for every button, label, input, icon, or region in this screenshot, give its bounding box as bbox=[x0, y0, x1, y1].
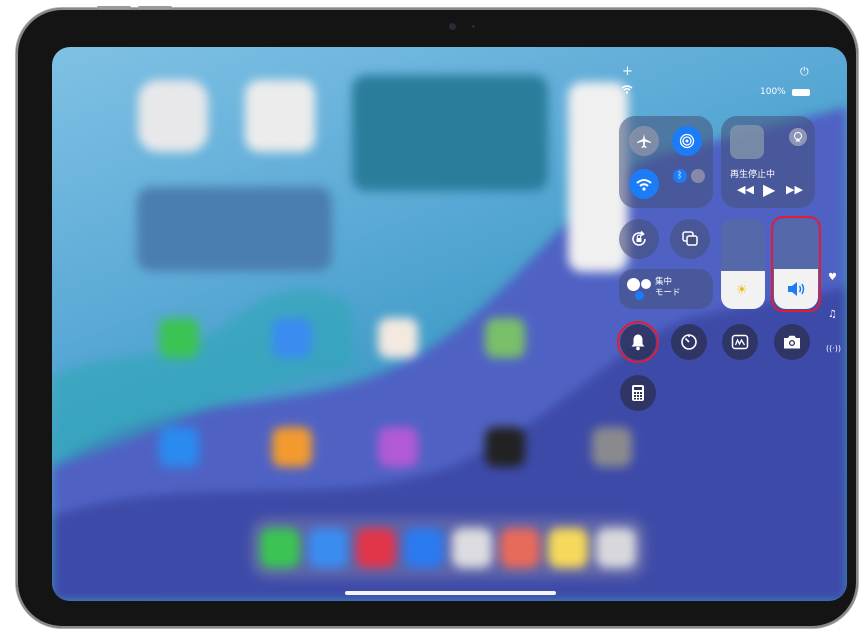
notes-icon bbox=[731, 334, 749, 350]
wifi-icon bbox=[636, 178, 652, 191]
sun-icon: ☀ bbox=[736, 283, 748, 298]
top-button-left bbox=[97, 6, 131, 9]
connectivity-tile: ᛒ bbox=[619, 116, 713, 208]
bluetooth-button[interactable]: ᛒ bbox=[673, 169, 687, 183]
brightness-slider[interactable]: ☀ bbox=[721, 219, 765, 309]
fast-forward-icon: ▶▶ bbox=[786, 183, 803, 196]
focus-mode-button[interactable]: 集中 モード bbox=[619, 269, 713, 309]
control-center: + ⏻ 100% ᛒ 再生停止中 ◀◀ ▶ ▶▶ 集中 モード ☀ ♥ ♫ ((… bbox=[52, 47, 847, 601]
broadcast-icon[interactable]: ((·)) bbox=[826, 344, 841, 353]
notes-button[interactable] bbox=[722, 324, 758, 360]
airplane-mode-button[interactable] bbox=[629, 126, 659, 156]
airplay-icon bbox=[794, 132, 802, 142]
calculator-icon bbox=[632, 385, 644, 401]
top-button-right bbox=[138, 6, 172, 9]
next-track-button[interactable]: ▶▶ bbox=[786, 183, 803, 196]
screen: + ⏻ 100% ᛒ 再生停止中 ◀◀ ▶ ▶▶ 集中 モード ☀ ♥ ♫ ((… bbox=[52, 47, 847, 601]
playback-status: 再生停止中 bbox=[730, 170, 776, 180]
focus-option-icon bbox=[641, 279, 651, 289]
rotation-lock-button[interactable] bbox=[619, 219, 659, 259]
music-note-icon[interactable]: ♫ bbox=[828, 309, 837, 320]
ambient-sensor bbox=[472, 25, 475, 28]
now-playing-tile[interactable]: 再生停止中 ◀◀ ▶ ▶▶ bbox=[721, 116, 815, 208]
camera-icon bbox=[784, 335, 800, 349]
volume-highlight bbox=[771, 216, 821, 312]
album-art bbox=[730, 125, 764, 159]
focus-label: 集中 モード bbox=[655, 277, 681, 298]
rewind-icon: ◀◀ bbox=[737, 183, 754, 196]
heart-icon[interactable]: ♥ bbox=[828, 272, 837, 283]
add-icon[interactable]: + bbox=[622, 64, 633, 79]
battery-percent: 100% bbox=[760, 87, 786, 97]
camera-button[interactable] bbox=[774, 324, 810, 360]
silent-mode-highlight bbox=[617, 321, 659, 363]
previous-track-button[interactable]: ◀◀ bbox=[737, 183, 754, 196]
timer-button[interactable] bbox=[671, 324, 707, 360]
cellular-button[interactable] bbox=[691, 169, 705, 183]
timer-icon bbox=[681, 334, 697, 350]
airdrop-button[interactable] bbox=[672, 126, 702, 156]
play-button[interactable]: ▶ bbox=[763, 180, 775, 199]
airdrop-icon bbox=[679, 133, 695, 149]
wifi-button[interactable] bbox=[629, 169, 659, 199]
airplane-icon bbox=[637, 134, 651, 148]
play-icon: ▶ bbox=[763, 180, 776, 199]
focus-option-icon-2 bbox=[635, 291, 644, 300]
battery-icon bbox=[792, 89, 810, 96]
bluetooth-icon: ᛒ bbox=[677, 171, 683, 181]
front-camera bbox=[449, 23, 456, 30]
rotation-lock-icon bbox=[632, 230, 646, 246]
screen-mirroring-icon bbox=[682, 231, 698, 246]
moon-icon bbox=[627, 278, 640, 291]
wifi-status-icon bbox=[621, 85, 633, 97]
airplay-button[interactable] bbox=[789, 128, 807, 146]
calculator-button[interactable] bbox=[620, 375, 656, 411]
screen-mirroring-button[interactable] bbox=[670, 219, 710, 259]
power-icon[interactable]: ⏻ bbox=[800, 65, 809, 79]
